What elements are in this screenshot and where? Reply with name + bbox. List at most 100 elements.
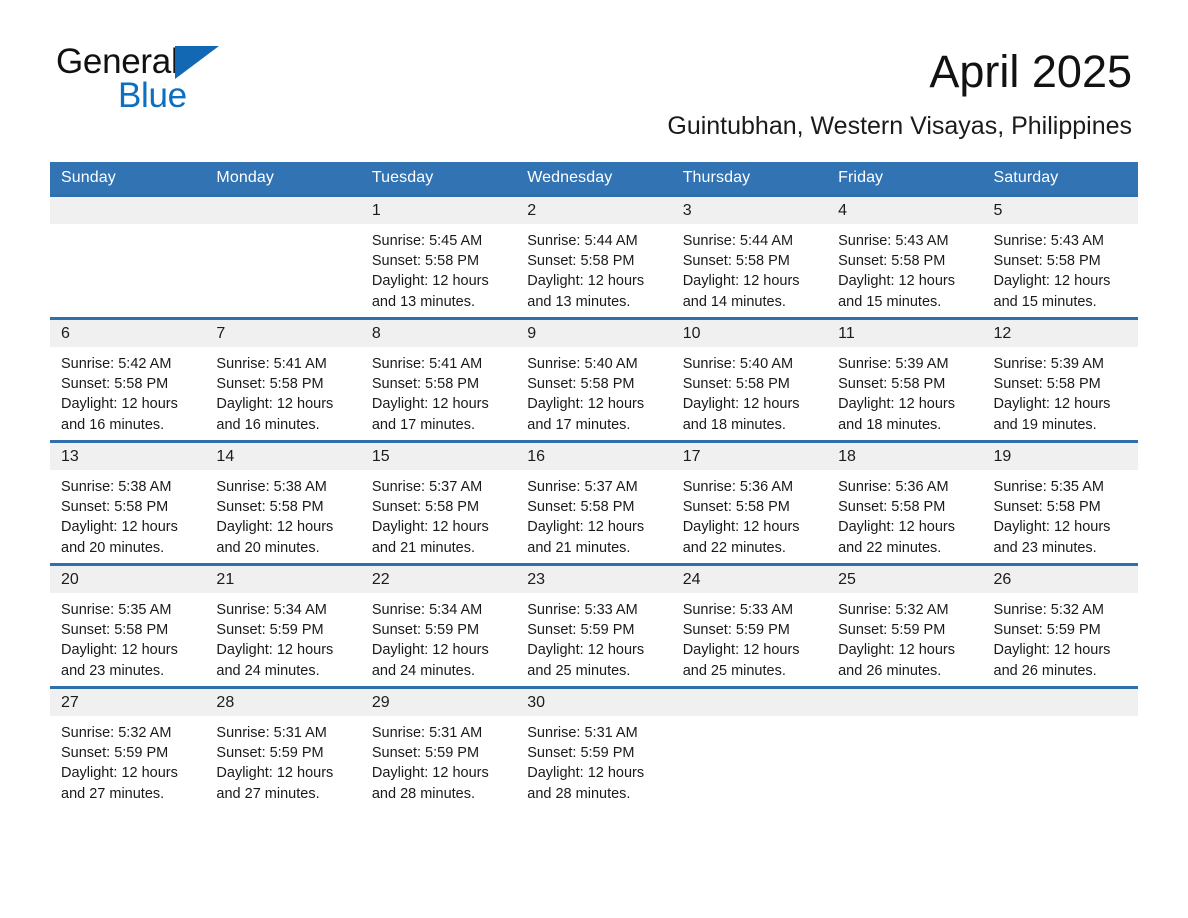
calendar-day-cell[interactable]: 8 Sunrise: 5:41 AM Sunset: 5:58 PM Daylight… <box>360 316 517 442</box>
day-details: Sunrise: 5:44 AM Sunset: 5:58 PM Daylight:… <box>516 224 671 312</box>
sunset-text: Sunset: 5:58 PM <box>682 499 790 516</box>
calendar-day-cell[interactable]: 29 Sunrise: 5:31 AM Sunset: 5:59 PM Dayligh… <box>360 685 517 809</box>
calendar-day-cell[interactable]: 24 Sunrise: 5:33 AM Sunset: 5:59 PM Dayligh… <box>671 562 828 688</box>
sunrise-sunset-calendar: Sunday Monday Tuesday Wednesday Thursday… <box>50 161 1138 809</box>
calendar-day-cell[interactable]: 20 Sunrise: 5:35 AM Sunset: 5:58 PM Dayligh… <box>50 562 206 688</box>
sunset-text: Sunset: 5:58 PM <box>216 376 324 393</box>
calendar-day-cell[interactable]: 1 Sunrise: 5:45 AM Sunset: 5:58 PM Daylight… <box>360 193 517 319</box>
day-details: Sunrise: 5:33 AM Sunset: 5:59 PM Daylight:… <box>516 593 671 681</box>
sunset-text: Sunset: 5:58 PM <box>993 376 1101 393</box>
day-number: 12 <box>982 319 1138 347</box>
day-details: Sunrise: 5:40 AM Sunset: 5:58 PM Daylight:… <box>672 347 827 435</box>
sunset-text: Sunset: 5:59 PM <box>216 745 324 762</box>
logo-text-blue: Blue <box>118 76 187 115</box>
calendar-day-cell[interactable]: 12 Sunrise: 5:39 AM Sunset: 5:58 PM Dayligh… <box>982 316 1138 442</box>
calendar-day-cell[interactable]: 2 Sunrise: 5:44 AM Sunset: 5:58 PM Daylight… <box>516 193 672 319</box>
day-number: 28 <box>205 688 361 716</box>
calendar-day-cell[interactable]: 5 Sunrise: 5:43 AM Sunset: 5:58 PM Daylight… <box>982 193 1138 319</box>
day-details: Sunrise: 5:35 AM Sunset: 5:58 PM Daylight:… <box>50 593 205 681</box>
daylight-text: Daylight: 12 hours and 20 minutes. <box>216 519 334 556</box>
weekday-header-wednesday: Wednesday <box>516 161 672 196</box>
sunrise-text: Sunrise: 5:41 AM <box>216 355 327 372</box>
calendar-day-cell[interactable]: 26 Sunrise: 5:32 AM Sunset: 5:59 PM Dayligh… <box>982 562 1138 688</box>
sunrise-text: Sunrise: 5:40 AM <box>682 355 794 372</box>
day-details: Sunrise: 5:34 AM Sunset: 5:59 PM Daylight:… <box>205 593 360 681</box>
day-number: 7 <box>205 319 361 347</box>
daylight-text: Daylight: 12 hours and 28 minutes. <box>527 765 645 802</box>
calendar-day-cell[interactable]: 14 Sunrise: 5:38 AM Sunset: 5:58 PM Dayligh… <box>205 439 361 565</box>
sunset-text: Sunset: 5:58 PM <box>371 376 480 393</box>
day-details: Sunrise: 5:44 AM Sunset: 5:58 PM Daylight:… <box>672 224 827 312</box>
daylight-text: Daylight: 12 hours and 18 minutes. <box>838 396 955 433</box>
daylight-text: Daylight: 12 hours and 15 minutes. <box>993 273 1111 310</box>
daylight-text: Daylight: 12 hours and 21 minutes. <box>371 519 489 556</box>
calendar-day-cell[interactable]: 7 Sunrise: 5:41 AM Sunset: 5:58 PM Daylight… <box>205 316 361 442</box>
sunrise-text: Sunrise: 5:34 AM <box>371 601 483 618</box>
calendar-day-cell[interactable]: 30 Sunrise: 5:31 AM Sunset: 5:59 PM Dayligh… <box>516 685 672 809</box>
daylight-text: Daylight: 12 hours and 24 minutes. <box>216 642 334 679</box>
calendar-day-cell[interactable]: 22 Sunrise: 5:34 AM Sunset: 5:59 PM Dayligh… <box>360 562 517 688</box>
day-number: 1 <box>360 196 517 224</box>
sunrise-text: Sunrise: 5:37 AM <box>371 478 483 495</box>
calendar-day-cell-empty <box>671 685 828 809</box>
sunset-text: Sunset: 5:59 PM <box>993 622 1101 639</box>
calendar-day-cell[interactable]: 10 Sunrise: 5:40 AM Sunset: 5:58 PM Dayligh… <box>671 316 828 442</box>
calendar-day-cell[interactable]: 15 Sunrise: 5:37 AM Sunset: 5:58 PM Dayligh… <box>360 439 517 565</box>
calendar-day-cell[interactable]: 25 Sunrise: 5:32 AM Sunset: 5:59 PM Dayligh… <box>827 562 983 688</box>
calendar-day-cell[interactable]: 3 Sunrise: 5:44 AM Sunset: 5:58 PM Daylight… <box>671 193 828 319</box>
daylight-text: Daylight: 12 hours and 16 minutes. <box>216 396 334 433</box>
day-number: 10 <box>671 319 828 347</box>
day-number: 11 <box>827 319 983 347</box>
calendar-day-cell[interactable]: 21 Sunrise: 5:34 AM Sunset: 5:59 PM Dayligh… <box>205 562 361 688</box>
sunrise-text: Sunrise: 5:36 AM <box>682 478 794 495</box>
sunset-text: Sunset: 5:58 PM <box>838 253 946 270</box>
calendar-day-cell[interactable]: 4 Sunrise: 5:43 AM Sunset: 5:58 PM Daylight… <box>827 193 983 319</box>
sunrise-text: Sunrise: 5:31 AM <box>527 724 638 741</box>
calendar-day-cell[interactable]: 27 Sunrise: 5:32 AM Sunset: 5:59 PM Dayligh… <box>50 685 206 809</box>
day-details: Sunrise: 5:33 AM Sunset: 5:59 PM Daylight:… <box>672 593 827 681</box>
sunrise-text: Sunrise: 5:33 AM <box>682 601 794 618</box>
sunrise-text: Sunrise: 5:31 AM <box>216 724 327 741</box>
day-number: 15 <box>360 442 517 470</box>
calendar-day-cell[interactable]: 11 Sunrise: 5:39 AM Sunset: 5:58 PM Dayligh… <box>827 316 983 442</box>
page-title: April 2025 <box>929 46 1132 97</box>
sunrise-text: Sunrise: 5:38 AM <box>216 478 327 495</box>
sunrise-text: Sunrise: 5:32 AM <box>993 601 1104 618</box>
calendar-day-cell[interactable]: 19 Sunrise: 5:35 AM Sunset: 5:58 PM Dayligh… <box>982 439 1138 565</box>
sunrise-text: Sunrise: 5:36 AM <box>838 478 949 495</box>
sunset-text: Sunset: 5:58 PM <box>61 376 169 393</box>
calendar-day-cell[interactable]: 6 Sunrise: 5:42 AM Sunset: 5:58 PM Daylight… <box>50 316 206 442</box>
day-details: Sunrise: 5:42 AM Sunset: 5:58 PM Daylight:… <box>50 347 205 435</box>
sunrise-text: Sunrise: 5:44 AM <box>527 232 638 249</box>
calendar-page: General Blue April 2025 Guintubhan, West… <box>0 0 1188 918</box>
calendar-day-cell-empty <box>50 193 206 319</box>
calendar-week-row: 20 Sunrise: 5:35 AM Sunset: 5:58 PM Dayligh… <box>50 562 1138 688</box>
sunset-text: Sunset: 5:58 PM <box>527 499 635 516</box>
day-number: 3 <box>671 196 828 224</box>
general-blue-logo: General Blue <box>56 44 316 122</box>
sunrise-text: Sunrise: 5:45 AM <box>371 232 483 249</box>
day-number: 6 <box>50 319 206 347</box>
calendar-day-cell[interactable]: 18 Sunrise: 5:36 AM Sunset: 5:58 PM Dayligh… <box>827 439 983 565</box>
location-subtitle: Guintubhan, Western Visayas, Philippines <box>667 112 1132 141</box>
sunset-text: Sunset: 5:58 PM <box>838 376 946 393</box>
daylight-text: Daylight: 12 hours and 13 minutes. <box>371 273 489 310</box>
calendar-day-cell[interactable]: 17 Sunrise: 5:36 AM Sunset: 5:58 PM Dayligh… <box>671 439 828 565</box>
day-number <box>982 688 1138 716</box>
calendar-day-cell-empty <box>205 193 361 319</box>
calendar-day-cell[interactable]: 16 Sunrise: 5:37 AM Sunset: 5:58 PM Dayligh… <box>516 439 672 565</box>
daylight-text: Daylight: 12 hours and 20 minutes. <box>61 519 178 556</box>
calendar-day-cell[interactable]: 13 Sunrise: 5:38 AM Sunset: 5:58 PM Dayligh… <box>50 439 206 565</box>
calendar-day-cell[interactable]: 9 Sunrise: 5:40 AM Sunset: 5:58 PM Daylight… <box>516 316 672 442</box>
calendar-day-cell[interactable]: 28 Sunrise: 5:31 AM Sunset: 5:59 PM Dayligh… <box>205 685 361 809</box>
sunrise-text: Sunrise: 5:38 AM <box>61 478 172 495</box>
sunset-text: Sunset: 5:58 PM <box>993 253 1101 270</box>
day-number: 30 <box>516 688 672 716</box>
day-number: 27 <box>50 688 206 716</box>
sunset-text: Sunset: 5:58 PM <box>682 253 790 270</box>
sunset-text: Sunset: 5:58 PM <box>527 253 635 270</box>
title-block: April 2025 Guintubhan, Western Visayas, … <box>667 44 1132 141</box>
daylight-text: Daylight: 12 hours and 28 minutes. <box>371 765 489 802</box>
calendar-day-cell[interactable]: 23 Sunrise: 5:33 AM Sunset: 5:59 PM Dayligh… <box>516 562 672 688</box>
calendar-week-row: 27 Sunrise: 5:32 AM Sunset: 5:59 PM Dayligh… <box>50 685 1138 809</box>
